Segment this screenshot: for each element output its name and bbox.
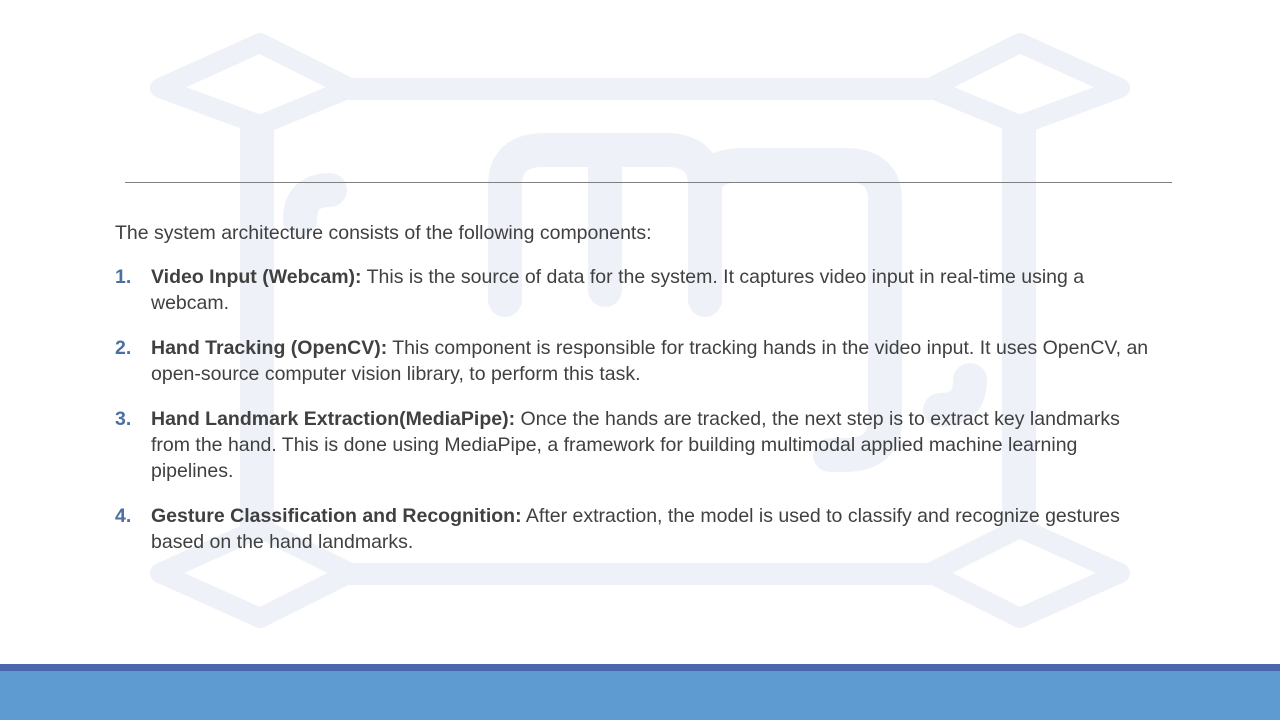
list-number: 4. <box>115 505 132 527</box>
item-label: Hand Landmark Extraction(MediaPipe): <box>151 408 516 430</box>
list-item: 3. Hand Landmark Extraction(MediaPipe): … <box>115 406 1155 484</box>
intro-text: The system architecture consists of the … <box>115 222 652 244</box>
list-number: 1. <box>115 266 132 288</box>
list-number: 3. <box>115 408 132 430</box>
slide: The system architecture consists of the … <box>0 0 1280 720</box>
footer-bar <box>0 671 1280 720</box>
item-label: Hand Tracking (OpenCV): <box>151 337 388 359</box>
footer-stripe <box>0 664 1280 671</box>
list-item: 4. Gesture Classification and Recognitio… <box>115 503 1155 555</box>
item-label: Gesture Classification and Recognition: <box>151 505 522 527</box>
content-body: The system architecture consists of the … <box>115 220 1155 574</box>
list-item: 1. Video Input (Webcam): This is the sou… <box>115 264 1155 316</box>
list-item: 2. Hand Tracking (OpenCV): This componen… <box>115 335 1155 387</box>
list-number: 2. <box>115 337 132 359</box>
title-divider <box>125 182 1172 183</box>
item-label: Video Input (Webcam): <box>151 266 362 288</box>
